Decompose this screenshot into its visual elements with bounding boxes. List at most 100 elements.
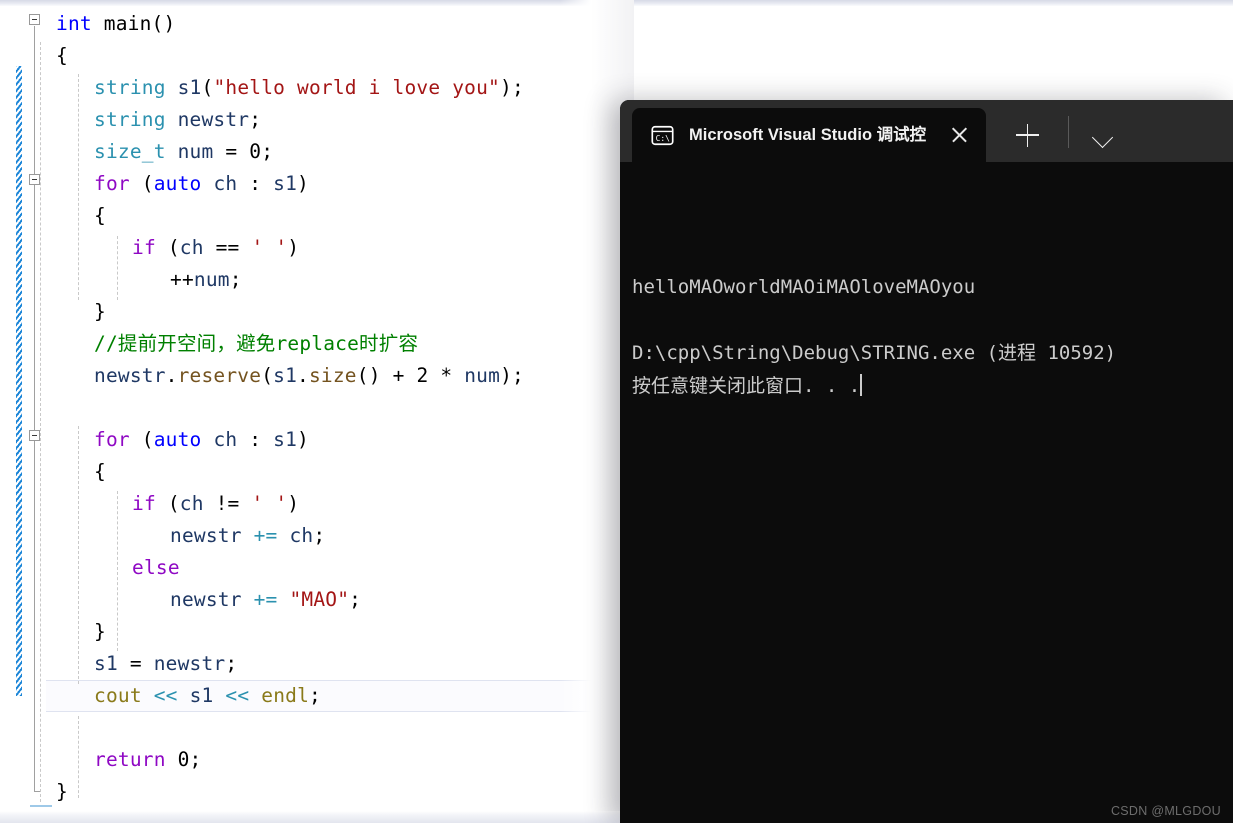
code-token: ch <box>213 428 238 451</box>
code-line[interactable]: size_t num = 0; <box>94 136 273 168</box>
code-token: ' ' <box>251 236 288 259</box>
indent-guide <box>40 42 41 802</box>
code-token: ' ' <box>251 492 288 515</box>
code-token: ; <box>249 108 262 131</box>
code-line[interactable]: { <box>56 40 68 72</box>
code-token: ; <box>261 140 274 163</box>
code-token: s1 <box>189 684 214 707</box>
code-line[interactable]: newstr += "MAO"; <box>170 584 361 616</box>
code-token: for <box>94 172 130 195</box>
code-token: else <box>132 556 180 579</box>
code-token: ) <box>297 428 309 451</box>
new-tab-icon[interactable] <box>1006 114 1048 156</box>
code-token: ); <box>500 76 524 99</box>
code-token: num <box>193 268 230 291</box>
code-line[interactable]: } <box>94 296 106 328</box>
code-token: s1 <box>177 76 202 99</box>
code-line[interactable]: for (auto ch : s1) <box>94 424 309 456</box>
code-token: newstr <box>170 588 242 611</box>
code-token: << <box>153 684 178 707</box>
code-token: () + <box>356 364 417 387</box>
code-line[interactable]: newstr.reserve(s1.size() + 2 * num); <box>94 360 524 392</box>
indent-guide <box>117 491 118 651</box>
code-token: ch <box>289 524 314 547</box>
editor-bottom-edge-strip <box>0 811 620 823</box>
terminal-output[interactable]: helloMAOworldMAOiMAOloveMAOyou D:\cpp\Str… <box>620 162 1233 823</box>
svg-text:C:\: C:\ <box>656 134 671 143</box>
code-token: } <box>56 780 68 803</box>
code-line[interactable]: string s1("hello world i love you"); <box>94 72 524 104</box>
code-line[interactable]: } <box>94 616 106 648</box>
code-token: endl <box>261 684 310 707</box>
code-token: cout <box>94 684 142 707</box>
indent-guide <box>117 236 118 300</box>
terminal-output-line: helloMAOworldMAOiMAOloveMAOyou <box>632 276 976 298</box>
code-token: * <box>428 364 465 387</box>
terminal-titlebar[interactable]: C:\ Microsoft Visual Studio 调试控 <box>620 100 1233 162</box>
indent-guide <box>78 716 79 798</box>
code-line[interactable]: } <box>56 776 68 808</box>
code-token: size_t <box>94 140 166 163</box>
code-token: ch <box>179 492 204 515</box>
code-token: newstr <box>177 108 250 131</box>
code-token: ; <box>229 268 242 291</box>
code-token: . <box>165 364 178 387</box>
code-line[interactable]: int main() <box>56 8 175 40</box>
matching-brace-underline <box>30 805 52 807</box>
code-token: ++ <box>170 268 194 291</box>
code-token: ; <box>313 524 326 547</box>
code-token: if <box>132 492 156 515</box>
code-line[interactable]: { <box>94 200 106 232</box>
code-token: 0 <box>177 748 190 771</box>
code-token: for <box>94 428 130 451</box>
code-token: auto <box>153 428 202 451</box>
code-line[interactable]: for (auto ch : s1) <box>94 168 309 200</box>
code-line[interactable]: else <box>132 552 180 584</box>
code-line[interactable]: return 0; <box>94 744 202 776</box>
terminal-tab[interactable]: C:\ Microsoft Visual Studio 调试控 <box>632 108 986 162</box>
code-line[interactable]: //提前开空间，避免replace时扩容 <box>94 328 418 360</box>
code-line[interactable]: { <box>94 456 106 488</box>
command-prompt-icon: C:\ <box>651 125 674 145</box>
terminal-output-line: D:\cpp\String\Debug\STRING.exe (进程 10592… <box>632 342 1117 364</box>
code-token: s1 <box>94 652 118 675</box>
code-line[interactable]: if (ch != ' ') <box>132 488 299 520</box>
close-icon[interactable] <box>940 116 978 154</box>
code-token: ) <box>287 236 300 259</box>
terminal-window[interactable]: C:\ Microsoft Visual Studio 调试控 helloMAO… <box>620 100 1233 823</box>
code-token: auto <box>153 172 202 195</box>
code-token: ; <box>189 748 202 771</box>
code-token: string <box>94 76 166 99</box>
code-line[interactable]: if (ch == ' ') <box>132 232 299 264</box>
code-token: : <box>237 172 274 195</box>
code-token: ch <box>213 172 238 195</box>
code-token: += <box>253 588 278 611</box>
chevron-down-icon[interactable] <box>1082 114 1124 156</box>
code-token: int <box>56 12 104 35</box>
code-line[interactable]: s1 = newstr; <box>94 648 237 680</box>
code-line[interactable]: newstr += ch; <box>170 520 325 552</box>
code-token: . <box>297 364 309 387</box>
code-token: { <box>56 44 68 67</box>
toolbar-divider <box>1068 116 1069 148</box>
indent-guide <box>78 74 79 300</box>
code-token: () <box>151 12 176 35</box>
code-line[interactable]: cout << s1 << endl; <box>94 680 321 712</box>
code-line[interactable]: string newstr; <box>94 104 261 136</box>
code-token: 2 <box>416 364 429 387</box>
code-token: ; <box>349 588 362 611</box>
code-token: num <box>464 364 501 387</box>
code-token: 0 <box>249 140 262 163</box>
code-token: "hello world i love you" <box>213 76 500 99</box>
code-line[interactable]: ++num; <box>170 264 242 296</box>
code-token: main <box>103 12 152 35</box>
code-token: } <box>94 300 106 323</box>
code-token: newstr <box>170 524 242 547</box>
